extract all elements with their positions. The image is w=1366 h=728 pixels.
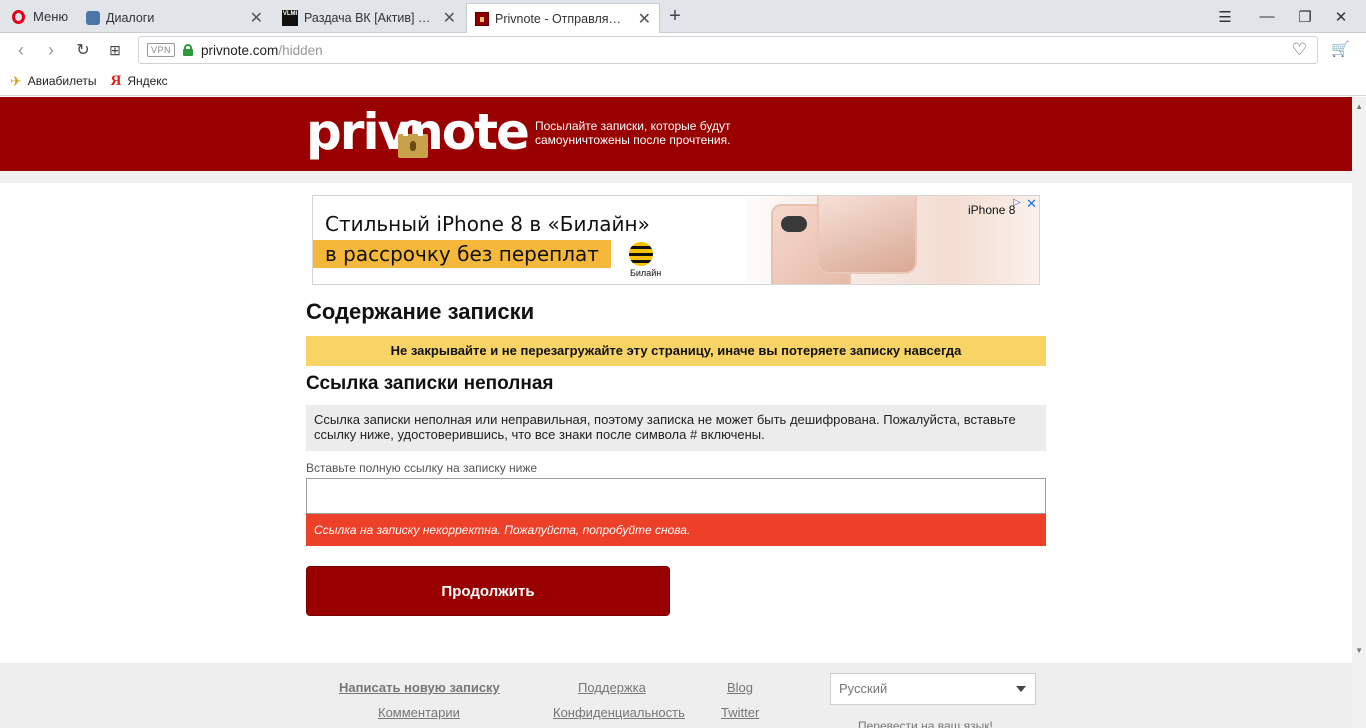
new-tab-icon[interactable]: + <box>664 3 686 31</box>
minimize-icon[interactable]: — <box>1246 0 1288 33</box>
address-bar-row: ‹ › ↻ ⊞ VPN privnote.com/hidden ♡ <box>0 33 1366 67</box>
tab-dialogs[interactable]: Диалоги ✕ <box>78 3 271 33</box>
tab-close-icon[interactable]: ✕ <box>638 9 651 29</box>
web-page: privnote Посылайте записки, которые буду… <box>0 97 1352 728</box>
tab-title: Privnote - Отправляйте за <box>495 12 628 26</box>
adchoices-icon[interactable]: ▷ <box>1013 197 1021 208</box>
bookmark-label: Яндекс <box>127 74 168 88</box>
close-window-icon[interactable]: ✕ <box>1320 0 1362 33</box>
bookmarks-bar: ✈ Авиабилеты Я Яндекс <box>0 67 1366 96</box>
page-title: Содержание записки <box>306 299 535 324</box>
opera-logo-icon <box>12 9 25 24</box>
site-footer: Написать новую записку Поддержка Blog Ко… <box>0 663 1352 728</box>
ad-close-icon[interactable]: ✕ <box>1026 196 1037 212</box>
note-link-input[interactable] <box>306 478 1046 514</box>
browser-tab-bar: Меню Диалоги ✕ VLMI Раздача ВК [Актив] о… <box>0 0 1366 34</box>
language-value: Русский <box>839 681 888 696</box>
tab-title: Раздача ВК [Актив] от Нат <box>304 11 433 25</box>
language-select[interactable]: Русский <box>830 673 1036 705</box>
speed-dial-icon[interactable]: ⊞ <box>102 38 128 62</box>
cart-icon[interactable]: 🛒 <box>1331 40 1350 58</box>
error-message: Ссылка на записку некорректна. Пожалуйст… <box>306 514 1046 546</box>
continue-button[interactable]: Продолжить <box>306 566 670 616</box>
footer-link-comments[interactable]: Комментарии <box>378 705 460 720</box>
footer-link-new-note[interactable]: Написать новую записку <box>339 680 500 695</box>
url-host: privnote.com <box>201 42 279 58</box>
footer-link-blog[interactable]: Blog <box>727 680 753 695</box>
bookmark-label: Авиабилеты <box>27 74 97 88</box>
footer-link-twitter[interactable]: Twitter <box>721 705 759 720</box>
ad-headline: Стильный iPhone 8 в «Билайн» <box>325 212 650 236</box>
yandex-icon: Я <box>110 72 122 89</box>
tab-privnote[interactable]: Privnote - Отправляйте за ✕ <box>466 3 660 34</box>
tab-title: Диалоги <box>106 11 155 25</box>
section-subtitle: Ссылка записки неполная <box>306 373 554 394</box>
padlock-icon <box>398 120 428 158</box>
privnote-favicon-icon <box>475 12 489 26</box>
header-tagline: Посылайте записки, которые будут самоуни… <box>535 119 731 147</box>
scroll-up-icon[interactable]: ▲ <box>1355 102 1363 111</box>
bookmark-aviabilety[interactable]: ✈ Авиабилеты <box>10 73 96 90</box>
link-input-label: Вставьте полную ссылку на записку ниже <box>306 461 538 475</box>
vpn-badge[interactable]: VPN <box>147 43 176 57</box>
info-box: Ссылка записки неполная или неправильная… <box>306 405 1046 451</box>
beeline-label: Билайн <box>630 268 662 278</box>
tab-menu-icon[interactable]: ☰ <box>1204 0 1246 33</box>
ad-banner[interactable]: Стильный iPhone 8 в «Билайн» в рассрочку… <box>312 195 1040 285</box>
tab-close-icon[interactable]: ✕ <box>250 8 263 28</box>
bookmark-heart-icon[interactable]: ♡ <box>1292 40 1307 60</box>
page-scrollbar[interactable] <box>1352 97 1366 728</box>
chevron-down-icon <box>1016 686 1026 692</box>
site-header: privnote Посылайте записки, которые буду… <box>0 97 1352 171</box>
beeline-logo-icon <box>629 242 653 266</box>
scroll-down-icon[interactable]: ▼ <box>1355 646 1363 655</box>
tab-vlmi[interactable]: VLMI Раздача ВК [Актив] от Нат ✕ <box>274 3 464 33</box>
vlmi-favicon-icon: VLMI <box>282 10 298 26</box>
opera-menu-button[interactable]: Меню <box>0 0 78 33</box>
menu-label: Меню <box>33 9 69 24</box>
reload-icon[interactable]: ↻ <box>70 38 96 62</box>
tab-close-icon[interactable]: ✕ <box>443 8 456 28</box>
ad-subline: в рассрочку без переплат <box>313 240 611 268</box>
vk-favicon-icon <box>86 11 100 25</box>
iphone-camera <box>781 216 807 232</box>
bookmark-yandex[interactable]: Я Яндекс <box>110 73 167 90</box>
ad-brand-text: iPhone 8 <box>968 203 1016 217</box>
secure-lock-icon[interactable] <box>183 44 194 56</box>
footer-link-support[interactable]: Поддержка <box>578 680 646 695</box>
url-path: /hidden <box>278 42 323 58</box>
header-separator <box>0 171 1352 183</box>
back-icon[interactable]: ‹ <box>8 38 34 62</box>
translate-link[interactable]: Перевести на ваш язык! <box>858 719 993 728</box>
url-field[interactable]: VPN privnote.com/hidden ♡ <box>138 36 1318 64</box>
warning-banner: Не закрывайте и не перезагружайте эту ст… <box>306 336 1046 366</box>
iphone-image <box>817 196 917 274</box>
ad-brand: iPhone 8 <box>968 203 1015 217</box>
forward-icon[interactable]: › <box>38 38 64 62</box>
airplane-icon: ✈ <box>10 72 22 89</box>
footer-link-privacy[interactable]: Конфиденциальность <box>553 705 685 720</box>
